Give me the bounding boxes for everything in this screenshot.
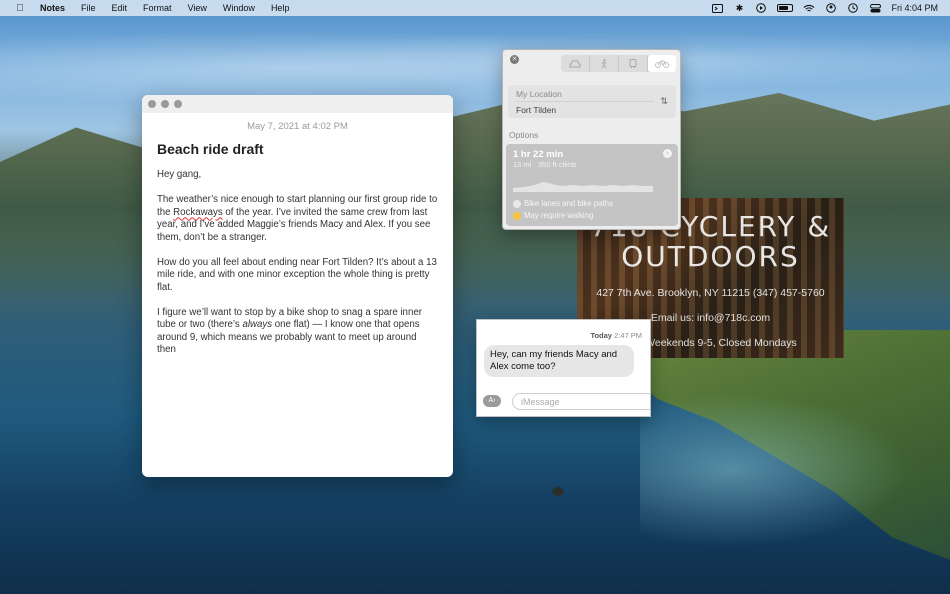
menu-help[interactable]: Help xyxy=(263,3,298,13)
route-start-field[interactable]: My Location xyxy=(516,89,562,99)
minimize-window-button[interactable] xyxy=(161,100,169,108)
warning-icon xyxy=(513,211,521,220)
close-icon[interactable]: ✕ xyxy=(510,55,519,64)
bluetooth-icon[interactable]: ✱ xyxy=(733,3,745,14)
note-bike-lanes-text: Bike lanes and bike paths xyxy=(524,199,613,208)
battery-icon[interactable] xyxy=(777,4,794,12)
note-paragraph-2[interactable]: How do you all feel about ending near Fo… xyxy=(157,257,438,295)
menu-view[interactable]: View xyxy=(180,3,215,13)
note-italic-text: always xyxy=(242,319,273,330)
message-day: Today xyxy=(590,331,612,340)
message-timestamp: Today 2:47 PM xyxy=(590,331,642,340)
messages-window: Today 2:47 PM Hey, can my friends Macy a… xyxy=(476,319,651,417)
route-duration: 1 hr 22 min xyxy=(513,149,564,160)
close-window-button[interactable] xyxy=(148,100,156,108)
route-destination-field[interactable]: Fort Tilden xyxy=(516,105,556,115)
maps-directions-popover: ✕ My Location Fort Tilden ⇅ Options 1 hr… xyxy=(502,49,681,230)
route-fields: My Location Fort Tilden ⇅ xyxy=(508,85,676,118)
wifi-icon[interactable] xyxy=(803,3,815,14)
chevron-right-icon[interactable]: › xyxy=(663,149,672,158)
walk-icon[interactable] xyxy=(590,55,619,72)
play-icon[interactable] xyxy=(755,3,767,14)
notes-window: May 7, 2021 at 4:02 PM Beach ride draft … xyxy=(142,95,453,477)
control-center-icon[interactable] xyxy=(869,3,881,14)
time-machine-icon[interactable] xyxy=(847,3,859,14)
screen-recording-icon[interactable] xyxy=(711,3,723,14)
menu-window[interactable]: Window xyxy=(215,3,263,13)
wallpaper-surf xyxy=(640,380,940,560)
sign-address: 427 7th Ave. Brooklyn, NY 11215 (347) 45… xyxy=(596,287,825,299)
menu-bar:  Notes File Edit Format View Window Hel… xyxy=(0,0,950,16)
note-greeting[interactable]: Hey gang, xyxy=(157,169,438,182)
app-store-icon[interactable]: A› xyxy=(483,395,501,407)
transit-icon[interactable] xyxy=(619,55,648,72)
message-time: 2:47 PM xyxy=(614,331,642,340)
wallpaper-clouds xyxy=(0,20,950,100)
note-paragraph-1[interactable]: The weather’s nice enough to start plann… xyxy=(157,194,438,244)
note-walking-text: May require walking xyxy=(524,211,594,220)
route-option-card[interactable]: 1 hr 22 min 13 mi · 350 ft climb › Bike … xyxy=(506,144,678,226)
car-icon[interactable] xyxy=(561,55,590,72)
message-bubble: Hey, can my friends Macy and Alex come t… xyxy=(484,345,634,377)
note-paragraph-3[interactable]: I figure we’ll want to stop by a bike sh… xyxy=(157,307,438,357)
zoom-window-button[interactable] xyxy=(174,100,182,108)
apple-menu-icon[interactable]:  xyxy=(12,3,28,14)
menu-edit[interactable]: Edit xyxy=(104,3,136,13)
options-heading: Options xyxy=(509,130,539,140)
route-note-walking: May require walking xyxy=(513,211,593,220)
note-date: May 7, 2021 at 4:02 PM xyxy=(247,121,348,132)
menu-file[interactable]: File xyxy=(73,3,104,13)
route-note-bike-lanes: Bike lanes and bike paths xyxy=(513,199,613,208)
notes-titlebar[interactable] xyxy=(142,95,453,113)
route-divider xyxy=(516,101,654,102)
imessage-input[interactable]: iMessage xyxy=(512,393,650,410)
sign-title-line-2: OUTDOORS xyxy=(621,240,800,273)
swap-icon[interactable]: ⇅ xyxy=(660,96,668,107)
note-title[interactable]: Beach ride draft xyxy=(157,141,438,157)
menu-format[interactable]: Format xyxy=(135,3,180,13)
route-distance: 13 mi · 350 ft climb xyxy=(513,160,577,169)
menu-clock[interactable]: Fri 4:04 PM xyxy=(891,3,938,13)
wallpaper-rock xyxy=(552,487,564,496)
user-icon[interactable] xyxy=(825,3,837,14)
bike-icon[interactable] xyxy=(648,55,676,72)
transport-mode-selector xyxy=(561,55,676,72)
note-body[interactable]: Beach ride draft Hey gang, The weather’s… xyxy=(142,141,453,357)
bike-lane-icon xyxy=(513,199,521,208)
app-menu-notes[interactable]: Notes xyxy=(28,3,73,13)
elevation-graph xyxy=(513,182,653,192)
misspelled-word[interactable]: Rockaways xyxy=(173,207,223,218)
status-area: ✱ Fri 4:04 PM xyxy=(711,3,950,14)
